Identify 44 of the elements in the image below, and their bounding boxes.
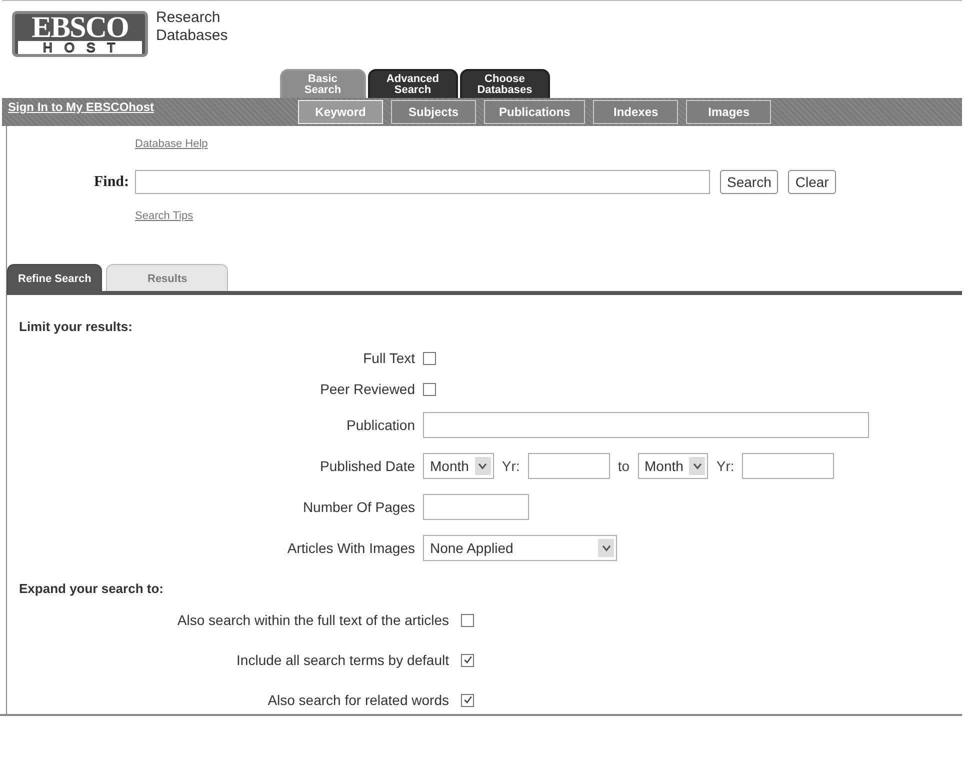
search-mode-tab[interactable]: Subjects <box>391 100 476 124</box>
year-label: Yr: <box>716 458 734 474</box>
search-mode-tab[interactable]: Images <box>686 100 772 124</box>
field-label: Full Text <box>362 350 415 366</box>
search-mode-tab[interactable]: Indexes <box>593 100 678 124</box>
field-label: Publication <box>346 417 415 433</box>
find-field[interactable] <box>135 170 710 194</box>
publication-field[interactable] <box>423 412 869 438</box>
search-tab[interactable]: Basic Search <box>280 69 366 98</box>
year-field[interactable] <box>528 453 610 479</box>
search-tips-link[interactable]: Search Tips <box>135 210 194 222</box>
field-label: Peer Reviewed <box>319 381 415 397</box>
field-label: Published Date <box>319 458 415 474</box>
search-tab[interactable]: Choose Databases <box>460 69 550 98</box>
checkbox[interactable] <box>461 614 474 626</box>
year-field[interactable] <box>742 453 834 479</box>
database-help-link[interactable]: Database Help <box>135 138 208 150</box>
option-label: Include all search terms by default <box>236 652 449 668</box>
option-label: Also search for related words <box>266 692 449 708</box>
month-dropdown[interactable]: Month <box>423 453 494 479</box>
checkbox[interactable] <box>461 654 474 666</box>
panel-tab[interactable]: Refine Search <box>7 264 102 291</box>
images-dropdown[interactable]: None Applied <box>423 535 617 561</box>
option-label: Also search within the full text of the articles <box>176 612 449 628</box>
field-label: Articles With Images <box>286 540 415 556</box>
search-mode-tab[interactable]: Publications <box>484 100 586 124</box>
logo: EBSCO HOST <box>12 11 148 57</box>
section-heading: Limit your results: <box>19 319 134 334</box>
checkbox[interactable] <box>423 382 436 396</box>
find-label: Find: <box>92 174 129 190</box>
action-button[interactable]: Clear <box>788 170 836 194</box>
logo-caption: Research Databases <box>156 9 228 45</box>
section-heading: Expand your search to: <box>19 581 164 596</box>
checkbox[interactable] <box>461 694 474 706</box>
sign-in-link[interactable]: Sign In to My EBSCOhost <box>2 98 298 114</box>
search-tab[interactable]: Advanced Search <box>368 69 458 98</box>
action-button[interactable]: Search <box>720 170 778 194</box>
year-label: Yr: <box>502 458 520 474</box>
field-label: Number Of Pages <box>302 499 415 515</box>
search-mode-tab[interactable]: Keyword <box>298 100 383 124</box>
range-label: to <box>618 458 630 474</box>
month-dropdown[interactable]: Month <box>638 453 708 479</box>
checkbox[interactable] <box>423 352 436 364</box>
pages-field[interactable] <box>423 494 529 520</box>
